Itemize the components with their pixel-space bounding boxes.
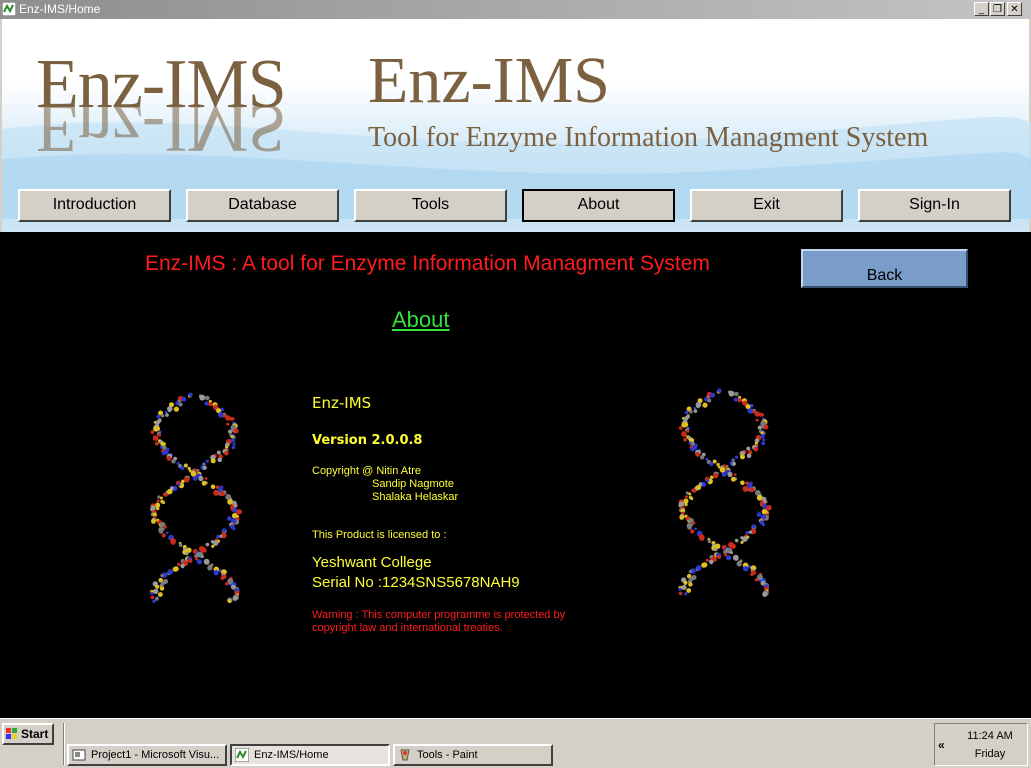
tray-expand-icon[interactable]: « — [938, 738, 945, 752]
copyright-line: Copyright @ Nitin Atre — [312, 465, 421, 477]
nav-tools-button[interactable]: Tools — [354, 189, 507, 222]
app-tagline: Tool for Enzyme Information Managment Sy… — [368, 122, 929, 153]
taskbar-item-enz-ims[interactable]: Enz-IMS/Home — [230, 744, 390, 766]
start-button[interactable]: Start — [2, 723, 54, 745]
dna-helix-left-image — [150, 392, 242, 604]
license-block: Yeshwant College Serial No :1234SNS5678N… — [312, 553, 520, 593]
taskbar-item-label: Tools - Paint — [417, 749, 478, 761]
copyright-warning: Warning : This computer programme is pro… — [312, 609, 566, 634]
author-name: Shalaka Helaskar — [372, 491, 459, 503]
taskbar-item-project1[interactable]: Project1 - Microsoft Visu... — [67, 744, 227, 766]
serial-number: Serial No :1234SNS5678NAH9 — [312, 574, 520, 591]
product-name: Enz-IMS — [312, 394, 372, 412]
minimize-button[interactable]: _ — [974, 2, 989, 16]
app-title: Enz-IMS — [368, 44, 610, 117]
app-icon — [2, 2, 16, 16]
taskbar-separator — [63, 723, 65, 765]
back-button[interactable]: Back — [801, 249, 968, 288]
nav-sign-in-button[interactable]: Sign-In — [858, 189, 1011, 222]
system-tray: « 11:24 AM Friday — [934, 723, 1028, 766]
restore-button[interactable]: ❐ — [990, 2, 1005, 16]
page-headline: Enz-IMS : A tool for Enzyme Information … — [145, 252, 710, 275]
taskbar-item-paint[interactable]: Tools - Paint — [393, 744, 553, 766]
licensee-name: Yeshwant College — [312, 554, 432, 571]
license-label: This Product is licensed to : — [312, 529, 447, 541]
window-title: Enz-IMS/Home — [19, 2, 101, 16]
windows-flag-icon — [6, 728, 17, 739]
app-icon — [235, 748, 249, 762]
author-name: Sandip Nagmote — [372, 478, 454, 490]
nav-exit-button[interactable]: Exit — [690, 189, 843, 222]
clock-time[interactable]: 11:24 AM — [957, 730, 1023, 742]
about-section-link[interactable]: About — [392, 307, 450, 333]
window-title-bar[interactable]: Enz-IMS/Home _ ❐ ✕ — [0, 0, 1031, 19]
nav-database-button[interactable]: Database — [186, 189, 339, 222]
paint-icon — [400, 749, 410, 761]
product-version: Version 2.0.0.8 — [312, 433, 423, 448]
vb-project-icon — [72, 749, 86, 761]
close-button[interactable]: ✕ — [1007, 2, 1022, 16]
clock-day: Friday — [974, 748, 1006, 760]
taskbar-item-label: Enz-IMS/Home — [254, 749, 329, 761]
logo-reflection: Enz-IMS — [36, 89, 286, 166]
taskbar-item-label: Project1 - Microsoft Visu... — [91, 749, 220, 761]
nav-about-button[interactable]: About — [522, 189, 675, 222]
dna-helix-right-image — [678, 388, 772, 597]
copyright-block: Copyright @ Nitin Atre Sandip Nagmote Sh… — [312, 465, 458, 504]
taskbar: Start Project1 - Microsoft Visu... Enz-I… — [0, 718, 1031, 768]
nav-introduction-button[interactable]: Introduction — [18, 189, 171, 222]
start-label: Start — [21, 727, 49, 741]
